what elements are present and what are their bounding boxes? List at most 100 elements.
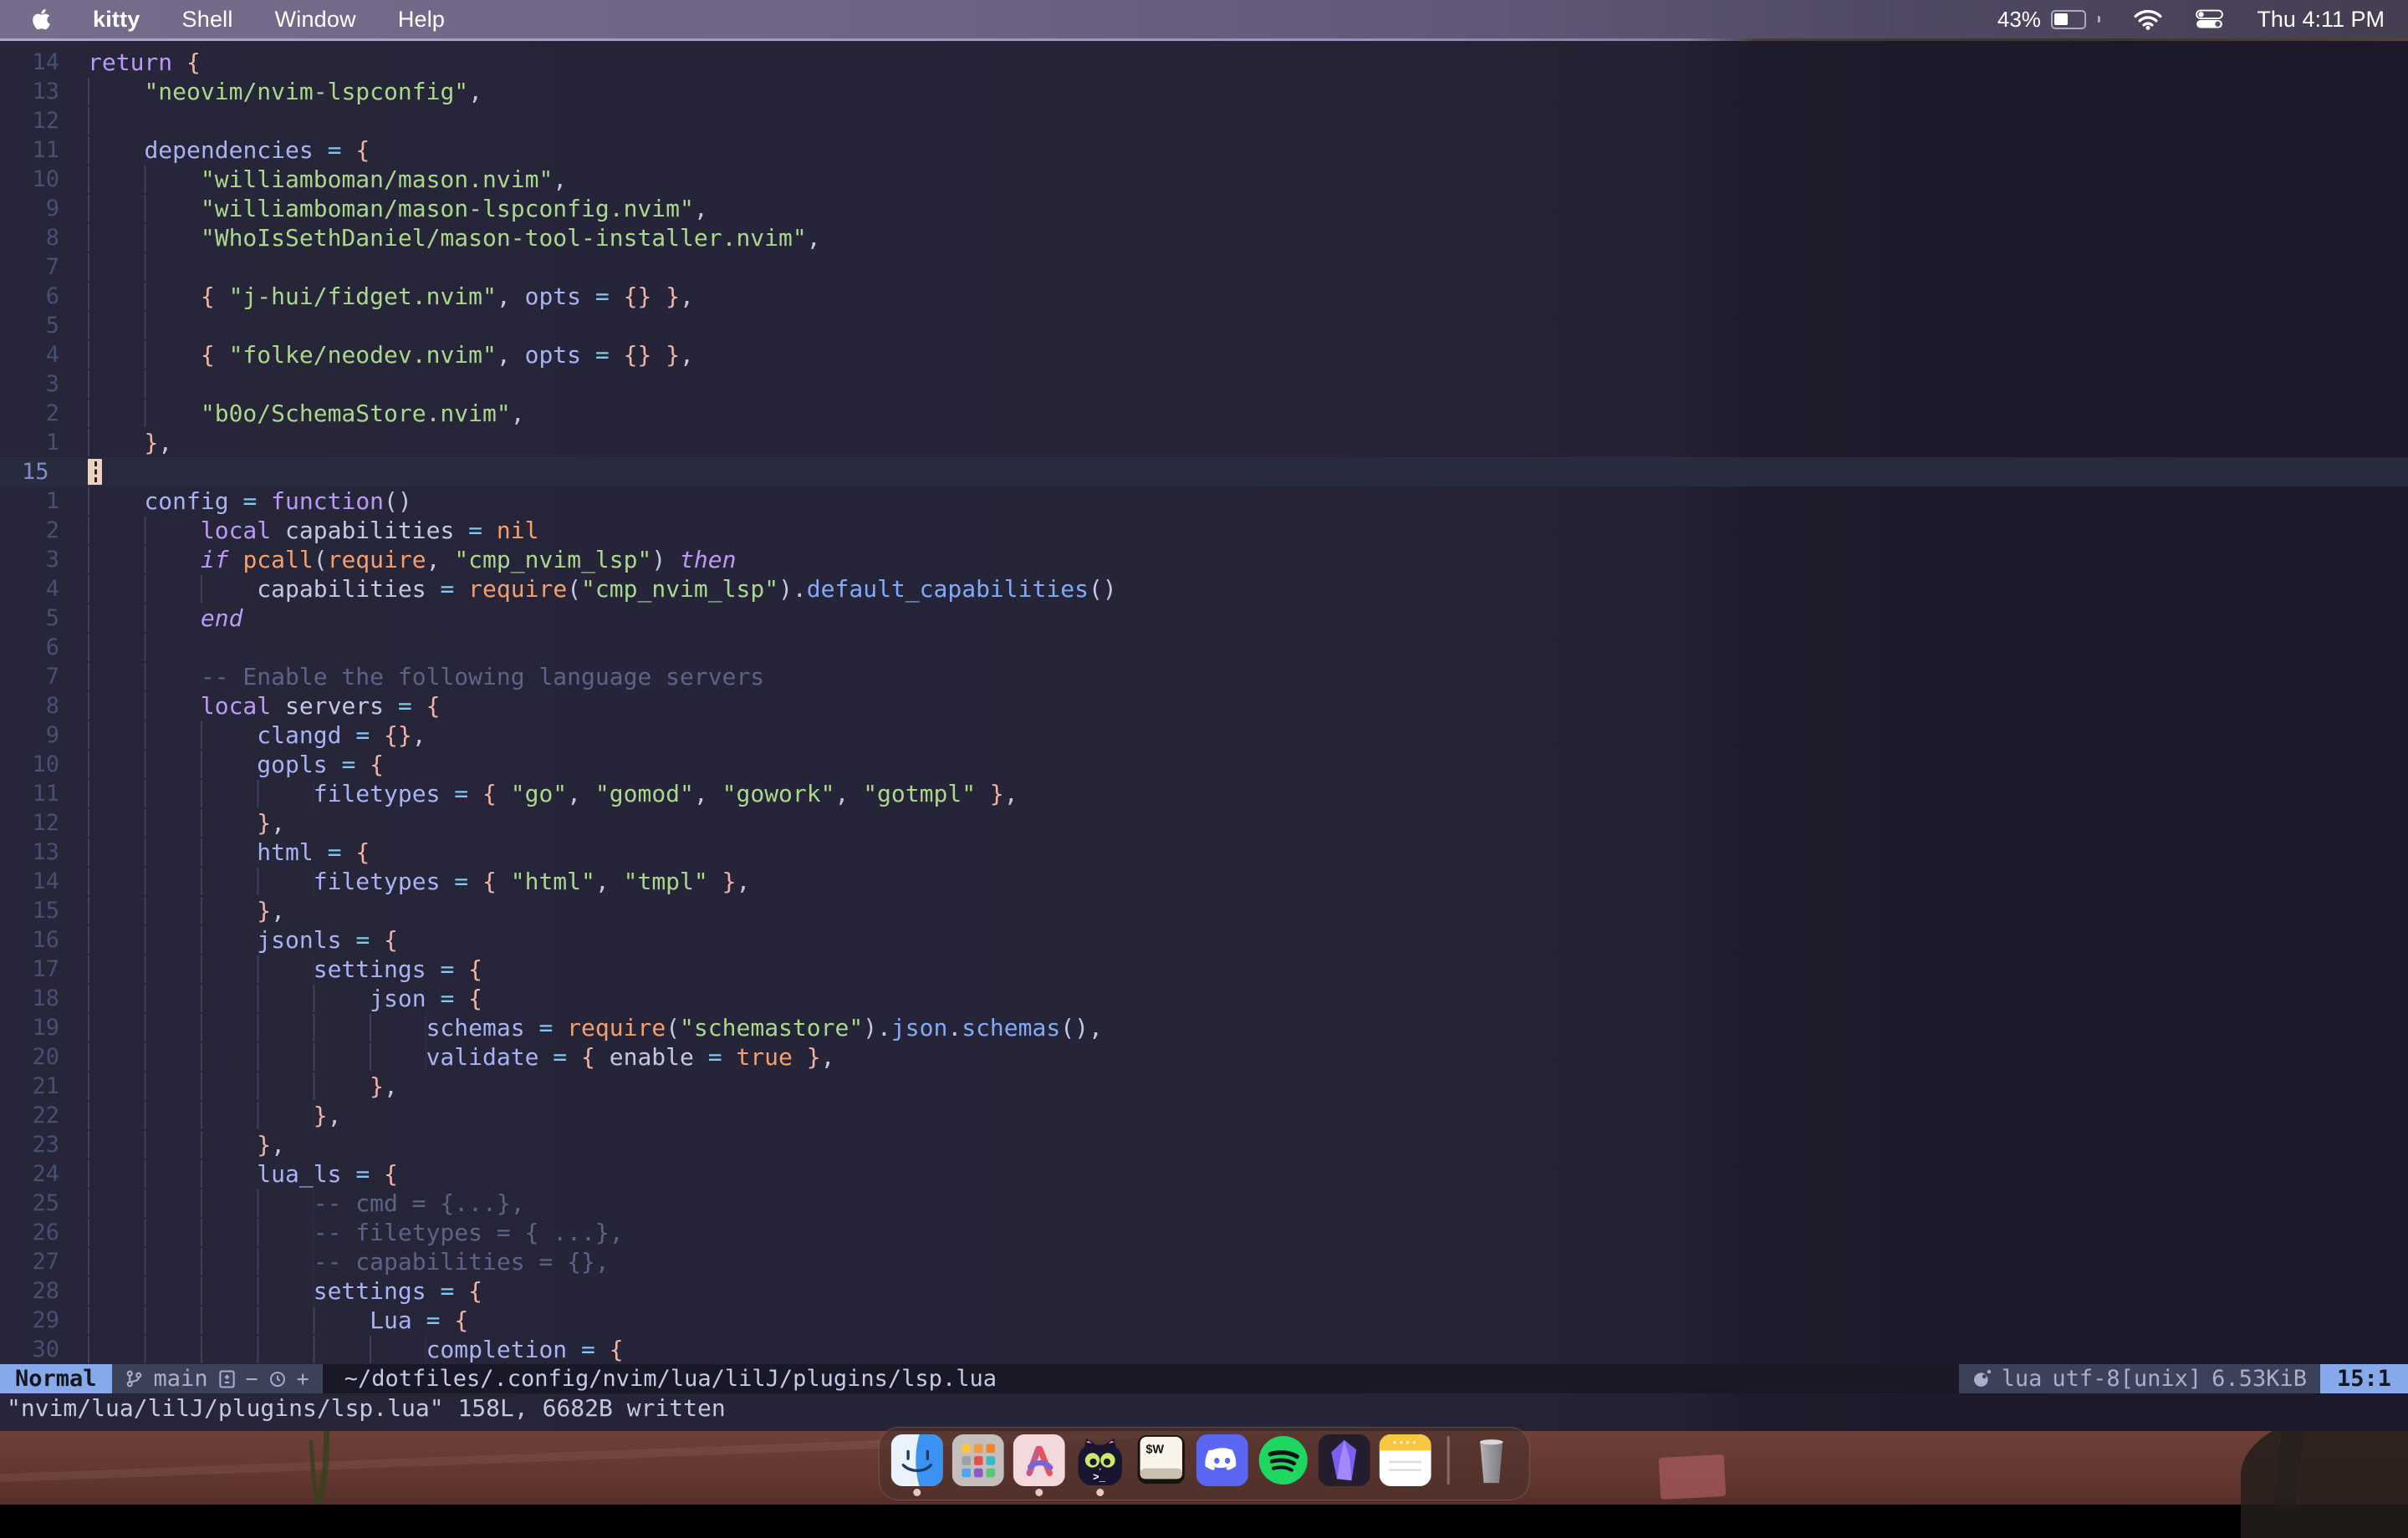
code-line[interactable]: 9 "williamboman/mason-lspconfig.nvim", [0,194,2408,223]
menu-item-kitty[interactable]: kitty [93,7,140,33]
line-number: 26 [0,1218,74,1247]
line-text: completion = { [74,1335,624,1364]
code-line[interactable]: 15 }, [0,896,2408,925]
code-line[interactable]: 12 [0,106,2408,135]
line-number: 15 [0,896,74,925]
code-line[interactable]: 11 dependencies = { [0,135,2408,165]
code-line[interactable]: 1 }, [0,428,2408,457]
line-number: 10 [0,750,74,779]
dock-launchpad[interactable] [952,1434,1004,1495]
code-line[interactable]: 25 -- cmd = {...}, [0,1189,2408,1218]
code-line[interactable]: 24 lua_ls = { [0,1159,2408,1189]
line-text: filetypes = { "go", "gomod", "gowork", "… [74,779,1018,808]
apple-menu[interactable] [32,8,51,31]
menubar-left: kitty Shell Window Help [0,7,445,33]
git-branch-name: main [154,1366,208,1392]
code-line[interactable]: 10 gopls = { [0,750,2408,779]
code-line[interactable]: 4 capabilities = require("cmp_nvim_lsp")… [0,574,2408,603]
line-text: -- Enable the following language servers [74,662,764,691]
code-line[interactable]: 12 }, [0,808,2408,838]
dock-shortcat-key[interactable]: $W [1135,1434,1187,1495]
code-line[interactable]: 14return { [0,48,2408,77]
line-text: "williamboman/mason-lspconfig.nvim", [74,194,708,223]
code-line[interactable]: 9 clangd = {}, [0,721,2408,750]
line-number: 21 [0,1072,74,1101]
line-text: dependencies = { [74,135,370,165]
line-number: 11 [0,135,74,165]
file-path: ~/dotfiles/.config/nvim/lua/lilJ/plugins… [344,1364,997,1393]
code-line[interactable]: 14 filetypes = { "html", "tmpl" }, [0,867,2408,896]
dock-discord[interactable] [1196,1434,1248,1495]
code-line[interactable]: 21 }, [0,1072,2408,1101]
code-line[interactable]: 22 }, [0,1101,2408,1130]
menu-item-help[interactable]: Help [398,7,445,33]
line-text: jsonls = { [74,925,398,955]
line-number: 6 [0,282,74,311]
obsidian-icon [1319,1434,1370,1486]
code-line[interactable]: 10 "williamboman/mason.nvim", [0,165,2408,194]
control-center-icon[interactable] [2196,9,2223,29]
code-line[interactable]: 13 html = { [0,838,2408,867]
code-line[interactable]: 17 settings = { [0,955,2408,984]
dock-separator [1447,1436,1450,1485]
dock-kitty[interactable]: >_ [1074,1434,1126,1495]
dock-obsidian[interactable] [1319,1434,1370,1495]
dock-spotify[interactable] [1258,1434,1309,1495]
line-text: "neovim/nvim-lspconfig", [74,77,482,106]
code-line[interactable]: 29 Lua = { [0,1306,2408,1335]
code-line[interactable]: 16 jsonls = { [0,925,2408,955]
line-text: schemas = require("schemastore").json.sc… [74,1013,1103,1042]
command-message: "nvim/lua/lilJ/plugins/lsp.lua" 158L, 66… [0,1393,2408,1423]
code-line[interactable]: 4 { "folke/neodev.nvim", opts = {} }, [0,340,2408,369]
line-number: 9 [0,721,74,750]
line-number: 12 [0,106,74,135]
dock-trash[interactable] [1465,1434,1517,1495]
code-line[interactable]: 13 "neovim/nvim-lspconfig", [0,77,2408,106]
code-line[interactable]: 18 json = { [0,984,2408,1013]
menu-item-window[interactable]: Window [275,7,356,33]
code-line[interactable]: 20 validate = { enable = true }, [0,1042,2408,1072]
mode-indicator: Normal [0,1364,112,1393]
line-text: config = function() [74,486,412,516]
code-line[interactable]: 28 settings = { [0,1276,2408,1306]
code-line[interactable]: 6 [0,633,2408,662]
code-line[interactable]: 3 if pcall(require, "cmp_nvim_lsp") then [0,545,2408,574]
code-line[interactable]: 26 -- filetypes = { ...}, [0,1218,2408,1247]
dock-finder[interactable] [891,1434,943,1495]
dock: >_$W [879,1427,1530,1500]
code-line[interactable]: 19 schemas = require("schemastore").json… [0,1013,2408,1042]
filetype: lua [2002,1366,2043,1392]
line-number: 3 [0,369,74,399]
code-line[interactable]: 30 completion = { [0,1335,2408,1364]
line-number: 7 [0,662,74,691]
code-line[interactable]: 8 local servers = { [0,691,2408,721]
line-number: 15 [0,457,74,486]
code-line[interactable]: 1 config = function() [0,486,2408,516]
code-line[interactable]: 2 local capabilities = nil [0,516,2408,545]
code-line[interactable]: 27 -- capabilities = {}, [0,1247,2408,1276]
line-text: if pcall(require, "cmp_nvim_lsp") then [74,545,737,574]
code-line[interactable]: 5 end [0,603,2408,633]
line-number: 7 [0,252,74,282]
clock-icon [269,1371,286,1388]
code-line[interactable]: 11 filetypes = { "go", "gomod", "gowork"… [0,779,2408,808]
code-line[interactable]: 7 [0,252,2408,282]
diff-minus: − [246,1367,258,1391]
dock-arc[interactable] [1013,1434,1065,1495]
code-line-current[interactable]: 15 [0,457,2408,486]
code-line[interactable]: 2 "b0o/SchemaStore.nvim", [0,399,2408,428]
code-line[interactable]: 7 -- Enable the following language serve… [0,662,2408,691]
diff-plus: + [297,1367,309,1391]
dock-notes[interactable] [1380,1434,1431,1495]
line-number: 17 [0,955,74,984]
wifi-icon[interactable] [2134,9,2162,30]
line-number: 5 [0,311,74,340]
battery-indicator[interactable]: 43% [1997,7,2101,33]
menubar-clock[interactable]: Thu 4:11 PM [2257,7,2385,33]
code-line[interactable]: 5 [0,311,2408,340]
code-line[interactable]: 8 "WhoIsSethDaniel/mason-tool-installer.… [0,223,2408,252]
code-line[interactable]: 3 [0,369,2408,399]
menu-item-shell[interactable]: Shell [182,7,233,33]
code-line[interactable]: 6 { "j-hui/fidget.nvim", opts = {} }, [0,282,2408,311]
code-line[interactable]: 23 }, [0,1130,2408,1159]
